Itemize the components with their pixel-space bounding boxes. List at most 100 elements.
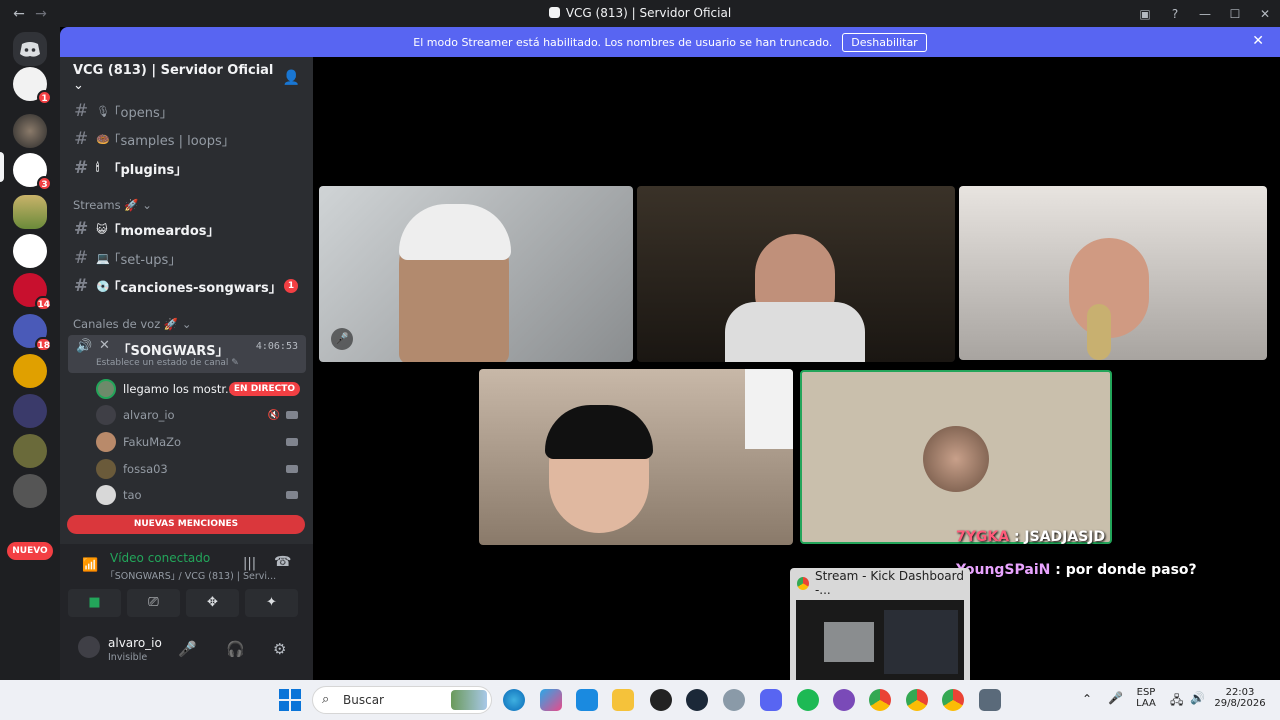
discord-home-icon[interactable] (13, 32, 47, 66)
voice-user[interactable]: llegamo los mostr... EN DIRECTO (96, 377, 308, 401)
video-tile[interactable] (959, 186, 1267, 360)
mic-muted-icon[interactable]: 🎤 (178, 640, 197, 658)
camera-button[interactable]: ■ (68, 589, 121, 617)
avatar[interactable] (78, 636, 100, 658)
channel-momeardos[interactable]: # 😺 ｢momeardos｣ (68, 216, 306, 242)
invite-icon[interactable]: 👤 (283, 70, 300, 86)
user-panel: alvaro_io Invisible 🎤 🎧 ⚙ (60, 628, 313, 680)
server-icon-vcg[interactable]: 3 (13, 153, 52, 191)
banner-text: El modo Streamer está habilitado. Los no… (413, 35, 833, 49)
discord-icon[interactable] (760, 689, 782, 711)
search-highlight-image (451, 690, 487, 710)
server-icon[interactable] (13, 234, 47, 268)
screen-share-button[interactable]: ⎚ (127, 589, 180, 617)
participant-video (545, 405, 653, 459)
maximize-icon[interactable]: ☐ (1220, 7, 1250, 21)
volume-icon[interactable]: 🔊 (1190, 691, 1205, 705)
forward-icon[interactable]: → (30, 6, 52, 22)
new-mentions-button[interactable]: NUEVAS MENCIONES (67, 515, 305, 534)
server-icon[interactable]: 14 (13, 273, 52, 311)
taskbar-preview[interactable]: Stream - Kick Dashboard -... (790, 568, 970, 680)
channel-emoji: 🕯 (96, 161, 100, 174)
chevron-up-icon[interactable]: ⌃ (1082, 692, 1092, 706)
video-tile[interactable] (479, 369, 793, 545)
avatar (96, 459, 116, 479)
server-icon[interactable] (13, 474, 47, 508)
voice-user[interactable]: FakuMaZo (96, 430, 308, 454)
channel-label: ｢samples | loops｣ (114, 133, 229, 149)
channel-canciones-songwars[interactable]: # 💿 ｢canciones-songwars｣ 1 (68, 273, 306, 299)
crossed-swords-icon: ✕ (99, 338, 110, 353)
participant-video (745, 369, 793, 449)
channel-samples[interactable]: # 🍩 ｢samples | loops｣ (68, 126, 306, 152)
signal-icon: 📶 (82, 558, 99, 573)
server-icon[interactable] (13, 394, 47, 428)
channel-plugins[interactable]: # 🕯 ｢plugins｣ (68, 155, 306, 181)
spotify-icon[interactable] (797, 689, 819, 711)
voice-user[interactable]: fossa03 (96, 457, 308, 481)
user-status: Invisible (108, 652, 148, 663)
voice-user[interactable]: alvaro_io 🔇 (96, 403, 308, 427)
store-icon[interactable] (576, 689, 598, 711)
voice-channel-name: ｢SONGWARS｣ (124, 344, 223, 359)
channel-opens[interactable]: # 🎙 ｢opens｣ (68, 98, 306, 124)
server-header[interactable]: VCG (813) | Servidor Oficial ⌄ 👤 (60, 57, 313, 99)
channel-sidebar: VCG (813) | Servidor Oficial ⌄ 👤 # 🎙 ｢open… (60, 57, 313, 680)
obs-icon[interactable] (650, 689, 672, 711)
clock[interactable]: 22:03 29/8/2026 (1214, 687, 1266, 709)
chat-line: YoungSPaiN : por donde paso? (956, 562, 1197, 578)
channel-label: ｢opens｣ (114, 105, 167, 121)
voice-channel-songwars[interactable]: 🔊 ✕ ｢SONGWARS｣ 4:06:53 Establece un esta… (68, 335, 306, 373)
category-streams[interactable]: Streams 🚀 ⌄ (73, 198, 152, 212)
server-indicator (0, 152, 4, 182)
settings-icon[interactable] (723, 689, 745, 711)
server-icon[interactable] (13, 114, 47, 148)
copilot-icon[interactable] (540, 689, 562, 711)
streamer-mode-banner: El modo Streamer está habilitado. Los no… (60, 27, 1280, 57)
mic-icon[interactable]: 🎤 (1108, 691, 1123, 705)
close-icon[interactable]: ✕ (1252, 33, 1264, 49)
camera-app-icon[interactable] (979, 689, 1001, 711)
app-icon[interactable] (833, 689, 855, 711)
activities-button[interactable]: ✥ (186, 589, 239, 617)
noise-suppression-icon[interactable]: ||| (243, 556, 256, 571)
language-indicator[interactable]: ESP LAA (1134, 687, 1158, 709)
video-tile[interactable]: 🎤 (319, 186, 633, 362)
steam-icon[interactable] (686, 689, 708, 711)
server-icon[interactable]: 1 (13, 67, 52, 105)
disable-streamer-button[interactable]: Deshabilitar (842, 32, 927, 52)
windows-start-icon[interactable] (279, 689, 301, 711)
server-icon[interactable]: 18 (13, 314, 52, 352)
channel-status[interactable]: Establece un estado de canal ✎ (96, 358, 239, 368)
new-servers-pill[interactable]: NUEVO (7, 542, 53, 560)
video-tile[interactable] (637, 186, 955, 362)
chrome-icon[interactable] (869, 689, 891, 711)
back-icon[interactable]: ← (8, 6, 30, 22)
chrome-icon[interactable] (942, 689, 964, 711)
server-icon[interactable] (13, 434, 47, 468)
close-window-icon[interactable]: ✕ (1250, 7, 1280, 21)
help-icon[interactable]: ? (1160, 7, 1190, 21)
inbox-icon[interactable]: ▣ (1130, 7, 1160, 21)
taskbar-search[interactable]: ⌕ Buscar (312, 686, 492, 714)
server-name: VCG (813) | Servidor Oficial (73, 63, 274, 78)
disconnect-icon[interactable]: ☎ (274, 554, 291, 570)
network-icon[interactable]: 🖧 (1170, 691, 1183, 712)
file-explorer-icon[interactable] (612, 689, 634, 711)
chat-user: 7YGKA (956, 529, 1010, 545)
hash-icon: # (74, 129, 89, 149)
soundboard-button[interactable]: ✦ (245, 589, 298, 617)
video-tile-active[interactable] (800, 370, 1112, 544)
channel-set-ups[interactable]: # 💻 ｢set-ups｣ (68, 245, 306, 271)
chrome-icon[interactable] (906, 689, 928, 711)
gear-icon[interactable]: ⚙ (273, 640, 286, 658)
hash-icon: # (74, 101, 89, 121)
headphones-icon[interactable]: 🎧 (226, 640, 245, 658)
server-icon[interactable] (13, 354, 47, 388)
server-icon[interactable] (13, 195, 47, 229)
minimize-icon[interactable]: — (1190, 7, 1220, 21)
channel-label: ｢set-ups｣ (114, 252, 175, 268)
category-voice[interactable]: Canales de voz 🚀 ⌄ (73, 317, 192, 331)
edge-icon[interactable] (503, 689, 525, 711)
voice-user[interactable]: tao (96, 483, 308, 507)
